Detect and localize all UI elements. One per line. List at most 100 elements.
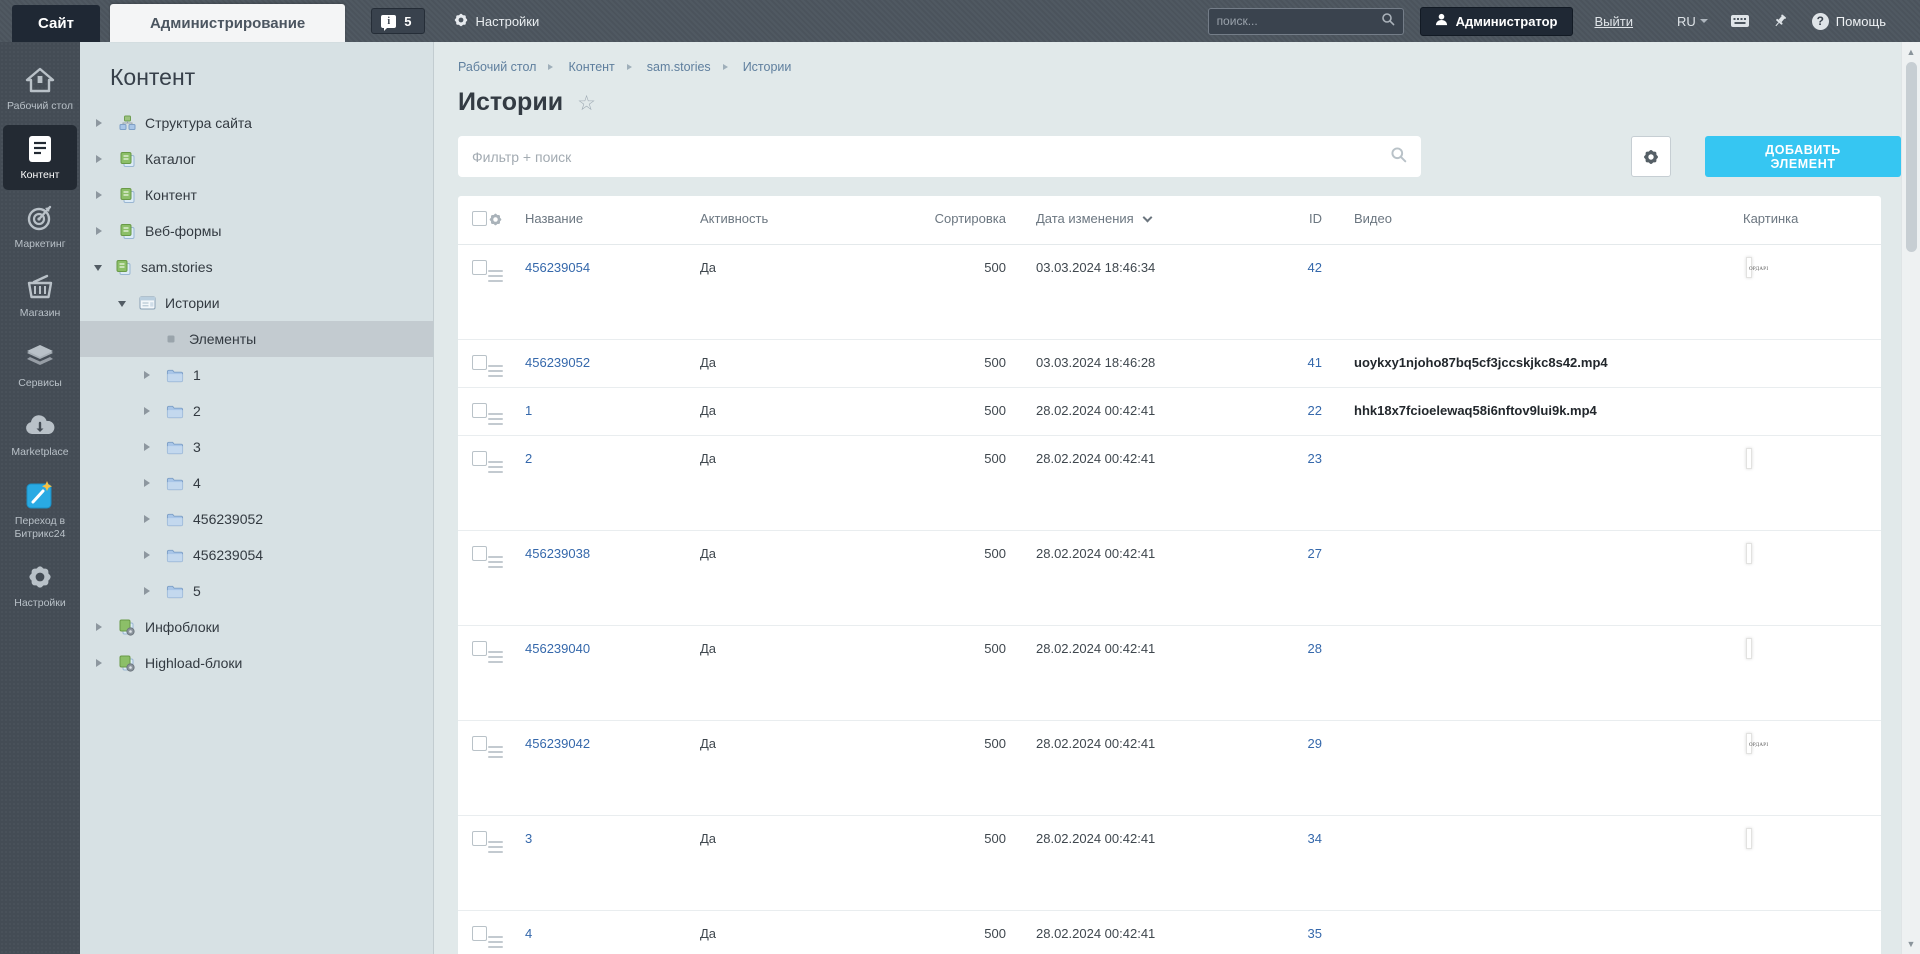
element-name-link[interactable]: 456239040 <box>525 641 590 656</box>
column-header-active[interactable]: Активность <box>700 196 895 240</box>
element-name-link[interactable]: 456239038 <box>525 546 590 561</box>
logout-link[interactable]: Выйти <box>1595 14 1634 29</box>
pin-icon[interactable] <box>1772 13 1788 29</box>
breadcrumb-link-контент[interactable]: Контент <box>568 60 614 74</box>
column-header-sort[interactable]: Сортировка <box>895 196 1006 240</box>
picture-thumbnail[interactable] <box>1746 448 1752 469</box>
chevron-right-icon[interactable] <box>144 443 154 451</box>
element-name-link[interactable]: 456239052 <box>525 355 590 370</box>
tree-item-3[interactable]: 3 <box>80 429 433 465</box>
row-checkbox[interactable] <box>458 721 488 754</box>
grid-settings-button[interactable] <box>1631 136 1672 177</box>
tree-item-1[interactable]: 1 <box>80 357 433 393</box>
chevron-right-icon[interactable] <box>96 659 106 667</box>
tab-administration[interactable]: Администрирование <box>109 4 346 42</box>
topbar-search[interactable] <box>1207 7 1404 35</box>
search-icon[interactable] <box>1381 12 1395 31</box>
sidebar-item-сервисы[interactable]: Сервисы <box>3 333 77 398</box>
chevron-right-icon[interactable] <box>96 227 106 235</box>
column-header-modified[interactable]: Дата изменения <box>1006 196 1274 240</box>
row-menu-icon[interactable] <box>488 816 525 853</box>
tree-item-2[interactable]: 2 <box>80 393 433 429</box>
scroll-down-arrow-icon[interactable]: ▼ <box>1907 934 1916 954</box>
help-button[interactable]: ? Помощь <box>1811 12 1886 30</box>
tree-item-истории[interactable]: Истории <box>80 285 433 321</box>
element-name-link[interactable]: 4 <box>525 926 532 941</box>
row-menu-icon[interactable] <box>488 388 525 425</box>
tree-item-highload-блоки[interactable]: Highload-блоки <box>80 645 433 681</box>
sidebar-item-контент[interactable]: Контент <box>3 125 77 191</box>
tree-item-4[interactable]: 4 <box>80 465 433 501</box>
tree-item-элементы[interactable]: Элементы <box>80 321 433 357</box>
picture-thumbnail[interactable] <box>1746 638 1752 659</box>
element-name-link[interactable]: 456239042 <box>525 736 590 751</box>
tree-item-sam-stories[interactable]: sam.stories <box>80 249 433 285</box>
row-checkbox[interactable] <box>458 911 488 944</box>
scrollbar-thumb[interactable] <box>1905 62 1917 252</box>
row-menu-icon[interactable] <box>488 531 525 568</box>
chevron-right-icon[interactable] <box>96 191 106 199</box>
filter-search-input[interactable] <box>472 148 1391 165</box>
chevron-right-icon[interactable] <box>144 407 154 415</box>
chevron-right-icon[interactable] <box>96 155 106 163</box>
tree-item-инфоблоки[interactable]: Инфоблоки <box>80 609 433 645</box>
row-menu-icon[interactable] <box>488 340 525 377</box>
add-element-button[interactable]: ДОБАВИТЬ ЭЛЕМЕНТ <box>1705 136 1901 177</box>
user-button[interactable]: Администратор <box>1419 6 1573 36</box>
tree-item-контент[interactable]: Контент <box>80 177 433 213</box>
tree-item-5[interactable]: 5 <box>80 573 433 609</box>
favorite-star-icon[interactable]: ☆ <box>577 91 596 116</box>
element-id-link[interactable]: 41 <box>1308 355 1322 370</box>
tree-item-456239052[interactable]: 456239052 <box>80 501 433 537</box>
sidebar-item-переход-в-битрикс24[interactable]: Переход в Битрикс24 <box>3 471 77 549</box>
row-menu-icon[interactable] <box>488 911 525 948</box>
topbar-settings-button[interactable]: Настройки <box>453 0 539 42</box>
column-header-picture[interactable]: Картинка <box>1743 196 1881 240</box>
topbar-search-input[interactable] <box>1216 14 1381 28</box>
tree-item-веб-формы[interactable]: Веб-формы <box>80 213 433 249</box>
element-id-link[interactable]: 27 <box>1308 546 1322 561</box>
element-name-link[interactable]: 3 <box>525 831 532 846</box>
element-id-link[interactable]: 22 <box>1308 403 1322 418</box>
chevron-right-icon[interactable] <box>144 515 154 523</box>
chevron-right-icon[interactable] <box>144 587 154 595</box>
element-id-link[interactable]: 29 <box>1308 736 1322 751</box>
tree-item-каталог[interactable]: Каталог <box>80 141 433 177</box>
chevron-down-icon[interactable] <box>94 264 102 275</box>
column-header-video[interactable]: Видео <box>1322 196 1743 240</box>
element-name-link[interactable]: 456239054 <box>525 260 590 275</box>
row-checkbox[interactable] <box>458 245 488 278</box>
column-header-id[interactable]: ID <box>1274 196 1322 240</box>
select-all-checkbox[interactable] <box>458 196 488 243</box>
element-id-link[interactable]: 23 <box>1308 451 1322 466</box>
picture-thumbnail[interactable]: ОРДАРІ <box>1746 733 1768 754</box>
row-menu-icon[interactable] <box>488 721 525 758</box>
element-name-link[interactable]: 1 <box>525 403 532 418</box>
row-checkbox[interactable] <box>458 388 488 421</box>
page-scrollbar[interactable]: ▲ ▼ <box>1901 42 1920 954</box>
element-id-link[interactable]: 28 <box>1308 641 1322 656</box>
breadcrumb-link-рабочий-стол[interactable]: Рабочий стол <box>458 60 536 74</box>
filter-search-box[interactable] <box>458 136 1422 177</box>
breadcrumb-link-истории[interactable]: Истории <box>743 60 792 74</box>
element-id-link[interactable]: 35 <box>1308 926 1322 941</box>
scroll-up-arrow-icon[interactable]: ▲ <box>1907 42 1916 60</box>
search-icon[interactable] <box>1390 146 1407 168</box>
sidebar-item-marketplace[interactable]: Marketplace <box>3 402 77 467</box>
sidebar-item-рабочий-стол[interactable]: Рабочий стол <box>3 56 77 121</box>
element-id-link[interactable]: 34 <box>1308 831 1322 846</box>
chevron-right-icon[interactable] <box>144 551 154 559</box>
sidebar-item-настройки[interactable]: Настройки <box>3 553 77 618</box>
table-settings-gear-icon[interactable] <box>488 196 525 244</box>
row-checkbox[interactable] <box>458 531 488 564</box>
picture-thumbnail[interactable]: ОРДАРІ <box>1746 257 1768 278</box>
row-checkbox[interactable] <box>458 340 488 373</box>
notifications-button[interactable]: i 5 <box>371 8 425 34</box>
tab-site[interactable]: Сайт <box>12 5 100 42</box>
hotkeys-keyboard-icon[interactable] <box>1730 13 1750 29</box>
picture-thumbnail[interactable] <box>1746 543 1752 564</box>
chevron-right-icon[interactable] <box>96 119 106 127</box>
element-name-link[interactable]: 2 <box>525 451 532 466</box>
tree-item-456239054[interactable]: 456239054 <box>80 537 433 573</box>
row-menu-icon[interactable] <box>488 436 525 473</box>
